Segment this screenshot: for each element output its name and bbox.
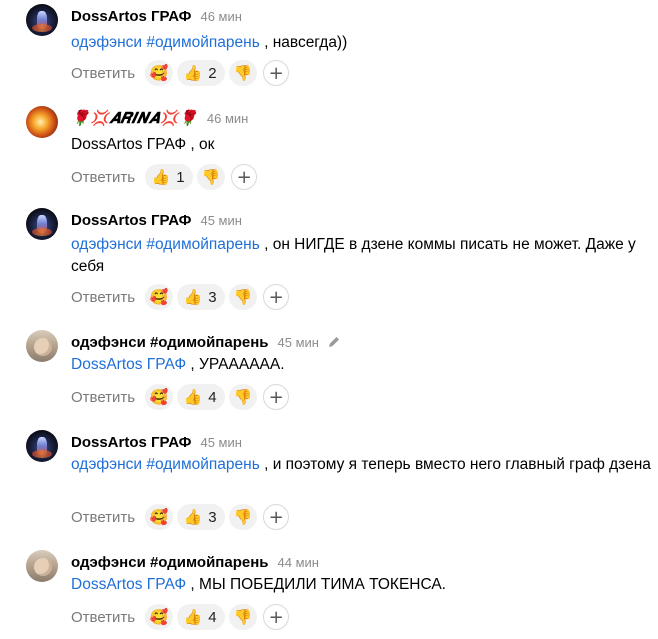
- mention-link[interactable]: одэфэнси #одимойпарень: [71, 34, 260, 51]
- hug-emoji-icon: 🥰: [149, 387, 169, 406]
- hug-emoji-icon: 🥰: [149, 63, 169, 82]
- add-reaction-button[interactable]: +: [263, 504, 290, 530]
- comment-header: одэфэнси #одимойпарень 45 мин: [71, 332, 341, 352]
- avatar[interactable]: [26, 208, 58, 240]
- like-count: 1: [176, 168, 185, 186]
- reaction-button[interactable]: 🥰: [145, 384, 174, 410]
- reply-button[interactable]: Ответить: [71, 65, 135, 82]
- reply-button[interactable]: Ответить: [71, 169, 135, 186]
- comment-actions: Ответить 🥰 👍 3 👎 +: [71, 504, 290, 530]
- comment-body: , навсегда)): [259, 34, 348, 51]
- reaction-button[interactable]: 🥰: [145, 604, 174, 630]
- avatar[interactable]: [26, 4, 58, 36]
- thumb-down-icon: 👎: [233, 63, 253, 82]
- comment-actions: Ответить 🥰 👍 3 👎 +: [71, 284, 290, 310]
- comment-header: 🌹💢𝑨𝑹𝑰𝑵𝑨💢🌹 46 мин: [71, 108, 248, 128]
- add-reaction-button[interactable]: +: [263, 604, 290, 630]
- comment-actions: Ответить 🥰 👍 4 👎 +: [71, 384, 290, 410]
- mention-link[interactable]: DossArtos ГРАФ: [71, 576, 186, 593]
- comment-text: одэфэнси #одимойпарень , он НИГДЕ в дзен…: [71, 234, 656, 278]
- like-button[interactable]: 👍 4: [177, 604, 226, 630]
- comment-text: DossArtos ГРАФ , УРАААААА.: [71, 354, 656, 376]
- dislike-button[interactable]: 👎: [229, 284, 258, 310]
- comment-header: DossArtos ГРАФ 45 мин: [71, 432, 242, 452]
- dislike-button[interactable]: 👎: [229, 504, 258, 530]
- comment-time: 45 мин: [200, 212, 242, 228]
- like-button[interactable]: 👍 2: [177, 60, 226, 86]
- thumb-up-icon: 👍: [183, 387, 203, 406]
- like-count: 4: [208, 388, 217, 406]
- like-count: 3: [208, 288, 217, 306]
- thumb-up-icon: 👍: [183, 63, 203, 82]
- comment-body: , МЫ ПОБЕДИЛИ ТИМА ТОКЕНСА.: [186, 576, 446, 593]
- comment-actions: Ответить 👍 1 👎 +: [71, 164, 258, 190]
- comment-actions: Ответить 🥰 👍 4 👎 +: [71, 604, 290, 630]
- like-button[interactable]: 👍 1: [145, 164, 194, 190]
- thumb-up-icon: 👍: [183, 287, 203, 306]
- thumb-down-icon: 👎: [233, 287, 253, 306]
- mention-link[interactable]: одэфэнси #одимойпарень: [71, 456, 260, 473]
- mention-link[interactable]: одэфэнси #одимойпарень: [71, 236, 260, 253]
- like-count: 4: [208, 608, 217, 626]
- dislike-button[interactable]: 👎: [229, 604, 258, 630]
- dislike-button[interactable]: 👎: [229, 60, 258, 86]
- thumb-up-icon: 👍: [151, 167, 171, 186]
- thumb-up-icon: 👍: [183, 507, 203, 526]
- comment-time: 45 мин: [277, 334, 319, 350]
- reply-button[interactable]: Ответить: [71, 609, 135, 626]
- comment-author[interactable]: одэфэнси #одимойпарень: [71, 554, 269, 571]
- comment-time: 46 мин: [200, 8, 242, 24]
- like-button[interactable]: 👍 3: [177, 504, 226, 530]
- comment-author[interactable]: 🌹💢𝑨𝑹𝑰𝑵𝑨💢🌹: [71, 109, 198, 127]
- thumb-up-icon: 👍: [183, 607, 203, 626]
- comment-body: , УРАААААА.: [186, 356, 285, 373]
- reply-button[interactable]: Ответить: [71, 389, 135, 406]
- reaction-button[interactable]: 🥰: [145, 60, 174, 86]
- comment-header: DossArtos ГРАФ 45 мин: [71, 210, 242, 230]
- comment-text: одэфэнси #одимойпарень , и поэтому я теп…: [71, 454, 656, 476]
- reaction-button[interactable]: 🥰: [145, 284, 174, 310]
- reply-button[interactable]: Ответить: [71, 289, 135, 306]
- dislike-button[interactable]: 👎: [229, 384, 258, 410]
- add-reaction-button[interactable]: +: [231, 164, 258, 190]
- reply-button[interactable]: Ответить: [71, 509, 135, 526]
- comment-author[interactable]: DossArtos ГРАФ: [71, 212, 191, 229]
- like-button[interactable]: 👍 4: [177, 384, 226, 410]
- comment-header: одэфэнси #одимойпарень 44 мин: [71, 552, 319, 572]
- hug-emoji-icon: 🥰: [149, 507, 169, 526]
- like-count: 3: [208, 508, 217, 526]
- avatar[interactable]: [26, 550, 58, 582]
- like-count: 2: [208, 64, 217, 82]
- pencil-icon: [328, 337, 339, 347]
- thumb-down-icon: 👎: [233, 607, 253, 626]
- comment-text: одэфэнси #одимойпарень , навсегда)): [71, 32, 656, 54]
- comment-time: 45 мин: [200, 434, 242, 450]
- reaction-button[interactable]: 🥰: [145, 504, 174, 530]
- add-reaction-button[interactable]: +: [263, 284, 290, 310]
- hug-emoji-icon: 🥰: [149, 607, 169, 626]
- comment-author[interactable]: DossArtos ГРАФ: [71, 434, 191, 451]
- comment-time: 44 мин: [277, 554, 319, 570]
- comment-text: DossArtos ГРАФ , МЫ ПОБЕДИЛИ ТИМА ТОКЕНС…: [71, 574, 656, 596]
- comment-author[interactable]: DossArtos ГРАФ: [71, 8, 191, 25]
- dislike-button[interactable]: 👎: [197, 164, 226, 190]
- comment-body: , и поэтому я теперь вместо него главный…: [259, 456, 651, 473]
- thumb-down-icon: 👎: [233, 507, 253, 526]
- mention-link[interactable]: DossArtos ГРАФ: [71, 356, 186, 373]
- comment-author[interactable]: одэфэнси #одимойпарень: [71, 334, 269, 351]
- hug-emoji-icon: 🥰: [149, 287, 169, 306]
- add-reaction-button[interactable]: +: [263, 384, 290, 410]
- avatar[interactable]: [26, 330, 58, 362]
- comment-header: DossArtos ГРАФ 46 мин: [71, 6, 242, 26]
- thumb-down-icon: 👎: [233, 387, 253, 406]
- add-reaction-button[interactable]: +: [263, 60, 290, 86]
- comment-time: 46 мин: [206, 110, 249, 126]
- thumb-down-icon: 👎: [201, 167, 221, 186]
- avatar[interactable]: [26, 106, 58, 138]
- comment-body: DossArtos ГРАФ , ок: [71, 136, 215, 153]
- comment-actions: Ответить 🥰 👍 2 👎 +: [71, 60, 290, 86]
- comment-text: DossArtos ГРАФ , ок: [71, 134, 656, 156]
- avatar[interactable]: [26, 430, 58, 462]
- like-button[interactable]: 👍 3: [177, 284, 226, 310]
